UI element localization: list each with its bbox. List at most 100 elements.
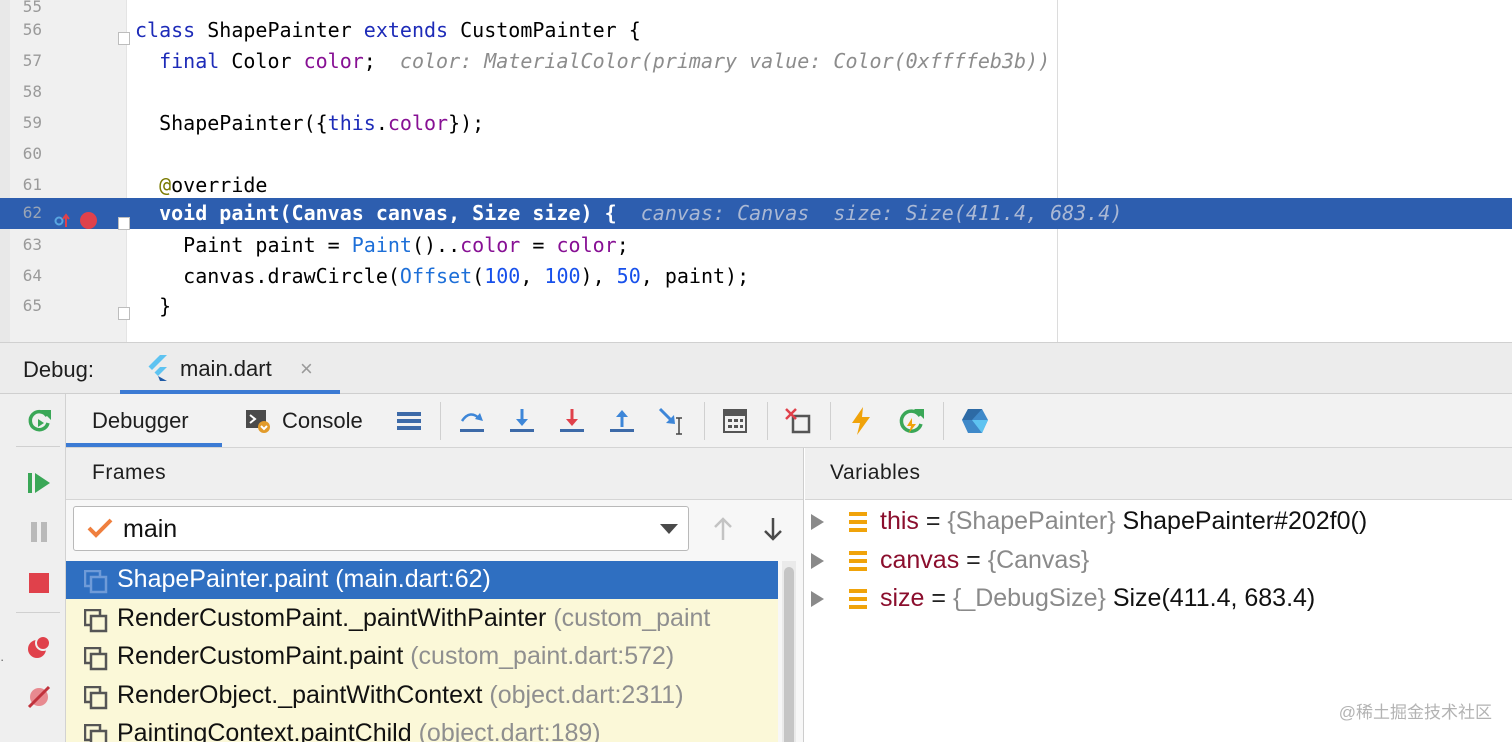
frame-location: (custom_paint.dart:572): [410, 642, 675, 670]
stack-frame-icon: [84, 647, 108, 671]
code-line[interactable]: 56 class ShapePainter extends CustomPaint…: [0, 15, 1512, 46]
thread-dropdown[interactable]: main: [73, 506, 689, 551]
code-token: 100: [484, 264, 521, 288]
code-token: , paint);: [640, 264, 750, 288]
edge-mark: ·: [0, 652, 5, 667]
code-token: color: [387, 111, 449, 135]
code-token: ()..: [411, 233, 461, 257]
flutter-icon: [148, 355, 167, 381]
previous-frame-arrow-icon[interactable]: [708, 512, 738, 546]
code-token: Paint paint =: [135, 233, 352, 257]
hot-reload-icon[interactable]: [844, 404, 878, 438]
run-configuration-tab[interactable]: main.dart ×: [120, 343, 340, 394]
code-line[interactable]: 65 }: [0, 291, 1512, 322]
evaluate-expression-icon[interactable]: [718, 404, 752, 438]
variable-row[interactable]: this = {ShapePainter} ShapePainter#202f0…: [805, 503, 1512, 541]
frame-row[interactable]: ShapePainter.paint (main.dart:62): [66, 561, 778, 599]
code-line[interactable]: 64 canvas.drawCircle(Offset(100, 100), 5…: [0, 261, 1512, 292]
fold-marker-method-end[interactable]: [118, 307, 130, 320]
tab-debugger[interactable]: Debugger: [66, 394, 222, 447]
show-execution-point-icon[interactable]: [392, 404, 426, 438]
dart-devtools-icon[interactable]: [958, 404, 992, 438]
drop-frame-icon[interactable]: [781, 404, 815, 438]
code-token: CustomPainter {: [460, 18, 641, 42]
console-icon: [246, 410, 270, 433]
frame-text: ShapePainter.paint (main.dart:62): [117, 565, 491, 594]
variable-equals: =: [959, 545, 988, 574]
frame-text: RenderCustomPaint._paintWithPainter (cus…: [117, 604, 710, 633]
code-line[interactable]: 63 Paint paint = Paint()..color = color;: [0, 230, 1512, 261]
frame-location: (main.dart:62): [335, 565, 491, 593]
field-icon: [849, 589, 867, 609]
step-out-icon[interactable]: [605, 404, 639, 438]
tab-console-label: Console: [282, 408, 363, 433]
variable-equals: =: [924, 584, 953, 612]
frame-location: (object.dart:2311): [489, 680, 684, 709]
variable-text: canvas = {Canvas}: [880, 546, 1089, 575]
code-text: canvas.drawCircle(Offset(100, 100), 50, …: [135, 264, 749, 288]
breakpoint-icon[interactable]: [80, 212, 97, 229]
variable-row[interactable]: canvas = {Canvas}: [805, 542, 1512, 580]
variable-row[interactable]: size = {_DebugSize} Size(411.4, 683.4): [805, 580, 1512, 618]
code-line[interactable]: 60: [0, 139, 1512, 170]
view-breakpoints-icon[interactable]: [22, 630, 56, 664]
frame-method: RenderCustomPaint._paintWithPainter: [117, 603, 547, 632]
frames-title-bar: Frames: [66, 448, 803, 500]
inline-debug-value: canvas: Canvas size: Size(411.4, 683.4): [640, 201, 1123, 225]
line-number: 55: [22, 0, 42, 16]
step-into-icon[interactable]: [505, 404, 539, 438]
code-token: });: [448, 111, 485, 135]
frames-scrollbar[interactable]: [782, 561, 796, 742]
close-tab-icon[interactable]: ×: [300, 356, 313, 382]
variable-name: size: [880, 584, 925, 612]
next-frame-arrow-icon[interactable]: [758, 512, 788, 546]
code-text: class ShapePainter extends CustomPainter…: [135, 18, 641, 42]
code-token: Paint: [351, 233, 412, 257]
variable-type: {Canvas}: [987, 545, 1090, 574]
code-line[interactable]: 61 @override: [0, 170, 1512, 201]
side-toolbar-separator: [16, 446, 60, 447]
code-token: ShapePainter: [207, 18, 364, 42]
debug-tool-window-header: Debug: main.dart ×: [0, 342, 1512, 394]
code-token: ,: [520, 264, 545, 288]
line-number: 60: [22, 144, 42, 163]
variable-name: canvas: [880, 545, 960, 574]
frame-row[interactable]: PaintingContext.paintChild (object.dart:…: [66, 715, 778, 742]
code-line[interactable]: 57 final Color color; color: MaterialCol…: [0, 46, 1512, 77]
code-token: void paint(Canvas canvas, Size size) {: [135, 201, 641, 225]
line-number: 57: [22, 51, 42, 70]
frames-scrollbar-thumb[interactable]: [784, 567, 794, 742]
fold-marker-method[interactable]: [118, 217, 130, 230]
code-token: canvas.drawCircle(: [135, 264, 400, 288]
fold-marker-class[interactable]: [118, 32, 130, 45]
frame-row[interactable]: RenderCustomPaint.paint (custom_paint.da…: [66, 638, 778, 676]
stop-icon[interactable]: [22, 566, 56, 600]
frame-row[interactable]: RenderObject._paintWithContext (object.d…: [66, 677, 778, 715]
frame-row[interactable]: RenderCustomPaint._paintWithPainter (cus…: [66, 600, 778, 638]
code-line[interactable]: 59 ShapePainter({this.color});: [0, 108, 1512, 139]
code-line-current[interactable]: 62 void paint(Canvas canvas, Size size) …: [0, 198, 1512, 229]
mute-breakpoints-icon[interactable]: [22, 680, 56, 714]
code-text: }: [135, 294, 171, 318]
code-line[interactable]: 58: [0, 77, 1512, 108]
stack-frame-icon: [84, 608, 108, 632]
hot-restart-icon[interactable]: [894, 404, 928, 438]
expand-arrow-icon[interactable]: [811, 514, 824, 530]
pause-icon[interactable]: [22, 515, 56, 549]
code-token: ),: [580, 264, 617, 288]
frame-spacer: [412, 719, 419, 742]
resume-icon[interactable]: [22, 466, 56, 500]
step-over-icon[interactable]: [455, 404, 489, 438]
force-step-into-icon[interactable]: [555, 404, 589, 438]
run-to-cursor-icon[interactable]: [655, 404, 689, 438]
code-token: =: [520, 233, 557, 257]
variables-title: Variables: [830, 461, 921, 484]
chevron-down-icon: [660, 524, 678, 534]
expand-arrow-icon[interactable]: [811, 591, 824, 607]
expand-arrow-icon[interactable]: [811, 552, 824, 569]
rerun-icon[interactable]: [22, 404, 56, 438]
code-token: Offset: [399, 264, 473, 288]
stack-frame-icon: [84, 570, 108, 594]
code-token: (: [472, 264, 485, 288]
code-editor[interactable]: 55 56 class ShapePainter extends CustomPai…: [0, 0, 1512, 342]
